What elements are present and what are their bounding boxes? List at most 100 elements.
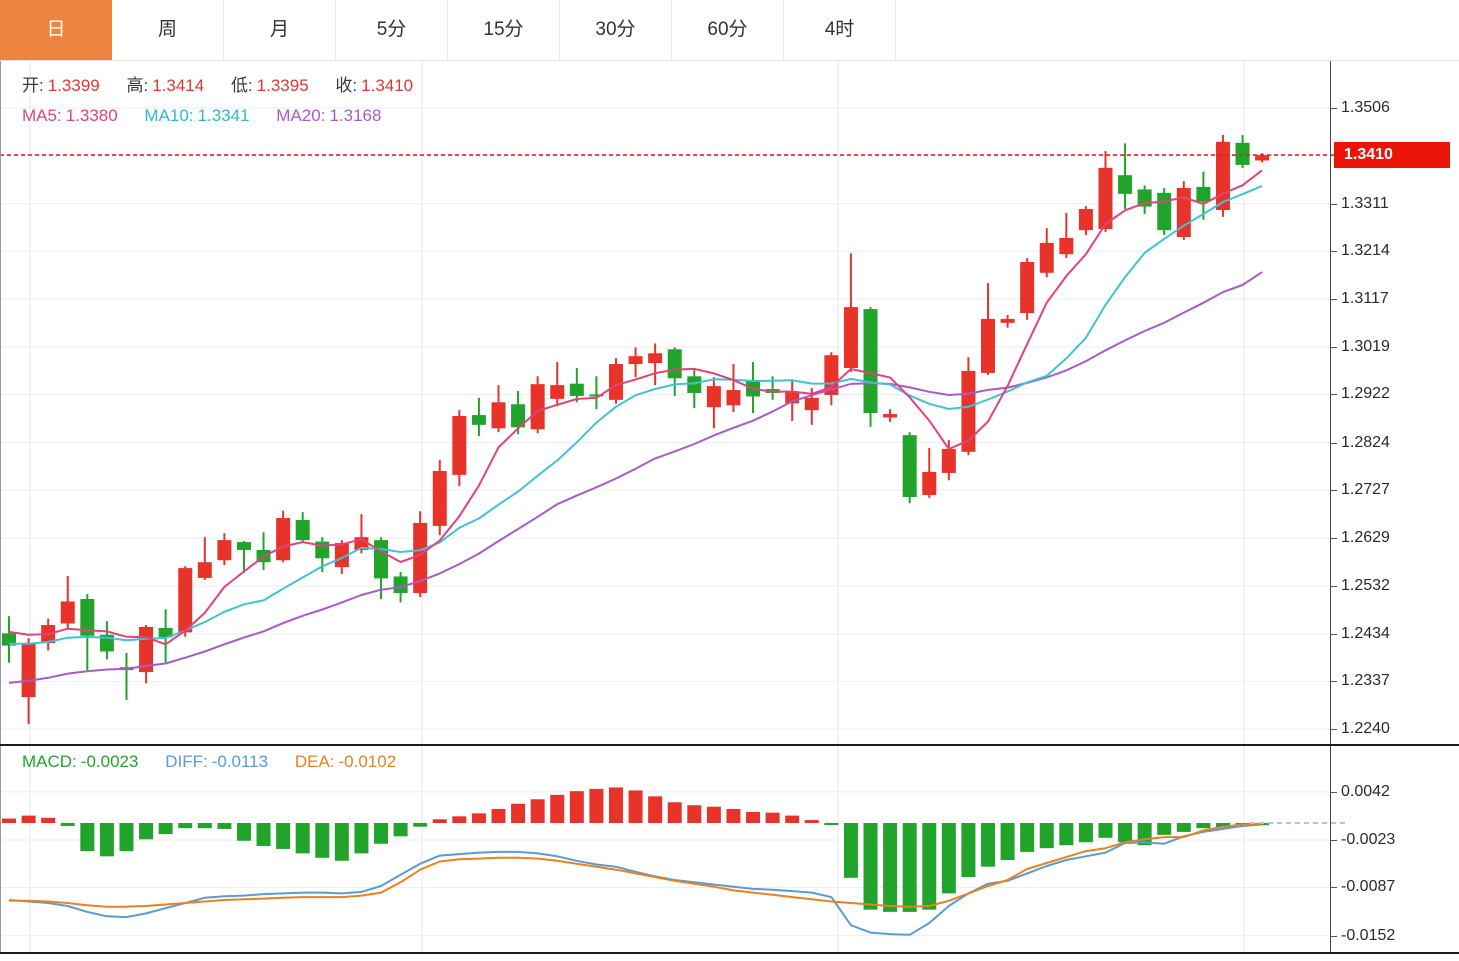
- candle-up: [1059, 238, 1073, 254]
- candle-up: [1079, 209, 1093, 230]
- ma20-label: MA20:: [276, 106, 325, 125]
- macd-bar-negative: [1040, 823, 1054, 848]
- price-axis-label-tick: [1330, 729, 1337, 730]
- candle-up: [276, 518, 290, 560]
- macd-bar-positive: [726, 809, 740, 823]
- candle-up: [844, 307, 858, 368]
- macd-axis-label: 0.0042: [1341, 782, 1390, 802]
- trading-chart-app: 日周月5分15分30分60分4时 开:1.3399 高:1.3414 低:1.3…: [0, 0, 1459, 961]
- macd-bar-negative: [139, 823, 153, 839]
- ma5-line: [9, 170, 1262, 644]
- price-axis-label: 1.2337: [1341, 671, 1390, 691]
- candle-up: [726, 390, 740, 405]
- macd-bar-positive: [805, 820, 819, 823]
- candle-up: [1001, 319, 1015, 323]
- macd-bar-negative: [80, 823, 94, 851]
- macd-bar-positive: [2, 819, 16, 823]
- candle-up: [609, 364, 623, 400]
- macd-bar-positive: [433, 819, 447, 823]
- price-axis-label: 1.2922: [1341, 384, 1390, 404]
- tab-timeframe-7[interactable]: 4时: [784, 0, 896, 60]
- ma5-label: MA5:: [22, 106, 62, 125]
- tab-timeframe-1[interactable]: 周: [112, 0, 224, 60]
- macd-bar-positive: [452, 816, 466, 823]
- chart-bottom-border: [0, 952, 1459, 954]
- candle-down: [668, 349, 682, 378]
- price-axis-label: 1.3117: [1341, 289, 1389, 309]
- macd-bar-negative: [198, 823, 212, 828]
- candle-down: [864, 309, 878, 413]
- candle-up: [550, 385, 564, 399]
- price-axis-label: 1.3311: [1341, 194, 1389, 214]
- diff-line: [9, 825, 1262, 935]
- diff-label: DIFF:: [165, 752, 208, 771]
- open-value: 1.3399: [48, 76, 100, 95]
- price-axis-label: 1.2629: [1341, 528, 1390, 548]
- macd-bar-negative: [1020, 823, 1034, 852]
- candle-up: [217, 540, 231, 560]
- price-axis-label-tick: [1330, 347, 1337, 348]
- macd-bar-negative: [178, 823, 192, 828]
- macd-bar-negative: [374, 823, 388, 844]
- macd-bar-negative: [354, 823, 368, 853]
- price-axis-label: 1.2240: [1341, 719, 1390, 739]
- macd-bar-positive: [609, 787, 623, 823]
- macd-bar-negative: [1059, 823, 1073, 845]
- tab-timeframe-4[interactable]: 15分: [448, 0, 560, 60]
- macd-bar-negative: [883, 823, 897, 912]
- macd-bar-negative: [296, 823, 310, 853]
- macd-axis-label: -0.0023: [1341, 830, 1395, 850]
- tab-timeframe-6[interactable]: 60分: [672, 0, 784, 60]
- macd-bar-positive: [648, 796, 662, 823]
- macd-bar-negative: [1196, 823, 1210, 828]
- tab-timeframe-3[interactable]: 5分: [336, 0, 448, 60]
- candle-down: [1236, 143, 1250, 165]
- candle-up: [648, 353, 662, 363]
- price-axis-line: [1330, 60, 1331, 953]
- price-axis-label: 1.2532: [1341, 576, 1390, 596]
- tab-timeframe-5[interactable]: 30分: [560, 0, 672, 60]
- macd-legend: MACD:-0.0023 DIFF:-0.0113 DEA:-0.0102: [22, 751, 400, 773]
- macd-bar-negative: [276, 823, 290, 849]
- high-label: 高:: [126, 76, 148, 95]
- macd-bar-negative: [1001, 823, 1015, 860]
- macd-bar-positive: [41, 818, 55, 823]
- candle-up: [1255, 155, 1269, 160]
- macd-bar-positive: [668, 802, 682, 823]
- macd-bar-negative: [394, 823, 408, 836]
- ma5-value: 1.3380: [66, 106, 118, 125]
- macd-bar-negative: [237, 823, 251, 841]
- candle-up: [942, 449, 956, 473]
- candle-down: [374, 540, 388, 578]
- candle-up: [707, 386, 721, 407]
- candle-up: [22, 643, 36, 697]
- dea-line: [9, 824, 1262, 907]
- candle-up: [1040, 243, 1054, 273]
- macd-bar-positive: [746, 812, 760, 823]
- candle-up: [198, 562, 212, 578]
- macd-bar-negative: [1177, 823, 1191, 832]
- macd-bar-negative: [61, 823, 75, 826]
- macd-bar-positive: [22, 816, 36, 823]
- candle-up: [61, 601, 75, 623]
- dea-value: -0.0102: [339, 752, 397, 771]
- tab-timeframe-0[interactable]: 日: [0, 0, 112, 60]
- macd-bar-negative: [257, 823, 271, 846]
- candle-down: [903, 435, 917, 497]
- macd-bar-negative: [100, 823, 114, 856]
- macd-bar-negative: [903, 823, 917, 912]
- macd-axis-label-tick: [1330, 936, 1337, 937]
- timeframe-tabbar: 日周月5分15分30分60分4时: [0, 0, 1459, 61]
- macd-bar-negative: [864, 823, 878, 910]
- macd-bar-negative: [1118, 823, 1132, 842]
- tab-timeframe-2[interactable]: 月: [224, 0, 336, 60]
- price-axis-label-tick: [1330, 251, 1337, 252]
- candle-up: [629, 356, 643, 364]
- macd-value: -0.0023: [81, 752, 139, 771]
- price-axis-label: 1.2727: [1341, 480, 1390, 500]
- macd-bar-positive: [511, 804, 525, 823]
- macd-label: MACD:: [22, 752, 77, 771]
- macd-bar-negative: [335, 823, 349, 861]
- price-axis-label: 1.3506: [1341, 98, 1390, 118]
- ma20-value: 1.3168: [329, 106, 381, 125]
